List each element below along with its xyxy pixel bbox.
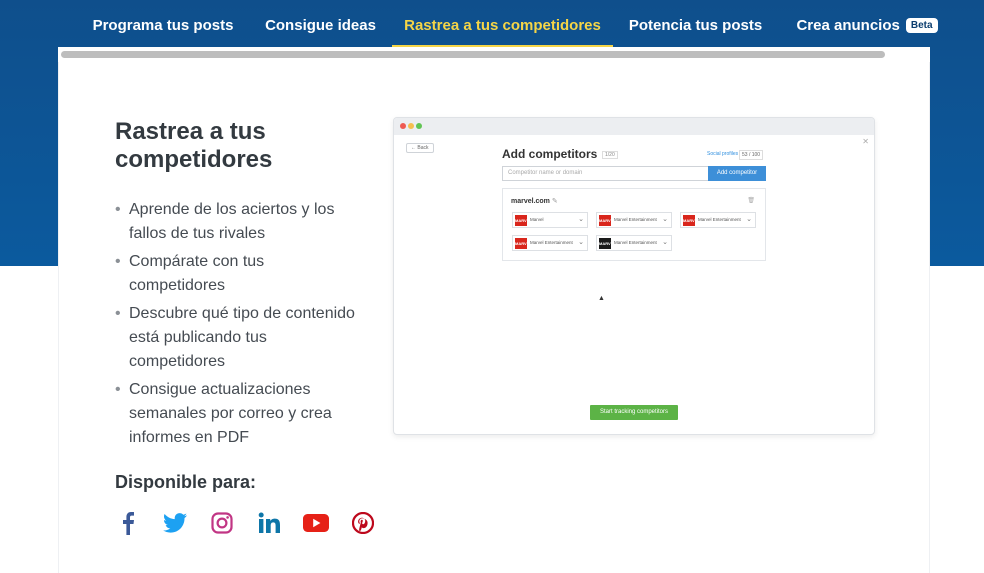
twitter-icon	[162, 510, 188, 536]
chevron-down-icon: ⌄	[662, 216, 668, 223]
feature-bullet: Aprende de los aciertos y los fallos de …	[115, 198, 355, 246]
social-networks	[115, 510, 397, 536]
marvel-logo: MARVEL	[515, 238, 532, 249]
social-profiles-count: 53 / 100	[739, 150, 764, 160]
chevron-down-icon: ⌄	[662, 239, 668, 246]
competitor-panel: marvel.com ✎ 🗑 MARVEL Marvel ⌄ MARVEL Ma…	[502, 188, 766, 261]
feature-bullet: Consigue actualizaciones semanales por c…	[115, 378, 355, 450]
profile-select[interactable]: MARVEL Marvel Entertainment ⌄	[512, 235, 588, 251]
tab-programa-tus-posts[interactable]: Programa tus posts	[90, 0, 236, 48]
cursor-icon: ▲	[598, 295, 605, 302]
competitor-domain: marvel.com ✎	[511, 198, 558, 205]
profile-name: Marvel Entertainment	[698, 217, 741, 222]
feature-bullet: Descubre qué tipo de contenido está publ…	[115, 302, 355, 374]
chevron-down-icon: ⌄	[746, 216, 752, 223]
instagram-icon	[209, 510, 235, 536]
feature-bullets: Aprende de los aciertos y los fallos de …	[115, 198, 355, 454]
feature-title: Rastrea a tus competidores	[115, 118, 273, 173]
pinterest-icon	[350, 510, 376, 536]
profile-name: Marvel Entertainment	[614, 217, 657, 222]
minimize-dot-icon	[408, 123, 414, 129]
start-tracking-button[interactable]: Start tracking competitors	[590, 405, 678, 420]
feature-bullet: Compárate con tus competidores	[115, 250, 355, 298]
marvel-logo: MARVEL	[599, 238, 616, 249]
social-profiles-label: Social profiles	[707, 151, 739, 157]
tab-label: Programa tus posts	[92, 17, 234, 34]
maximize-dot-icon	[416, 123, 422, 129]
profile-name: Marvel	[530, 217, 544, 222]
linkedin-icon	[256, 510, 282, 536]
available-label: Disponible para:	[115, 472, 257, 492]
facebook-icon	[115, 510, 141, 536]
tab-crea-anuncios[interactable]: Crea anuncios Beta	[792, 0, 942, 48]
tab-label: Consigue ideas	[265, 17, 376, 34]
competitor-search-input[interactable]: Competitor name or domain	[502, 166, 709, 181]
chevron-down-icon: ⌄	[578, 239, 584, 246]
profile-name: Marvel Entertainment	[614, 240, 657, 245]
marvel-logo: MARVEL	[599, 215, 616, 226]
add-competitor-button[interactable]: Add competitor	[708, 166, 766, 181]
add-competitors-heading: Add competitors	[502, 147, 598, 161]
profile-select[interactable]: MARVEL Marvel Entertainment ⌄	[596, 235, 672, 251]
app-screenshot-mockup: ← Back ✕ Add competitors 1/20 Social pro…	[393, 117, 875, 435]
browser-titlebar	[394, 118, 874, 135]
tab-scrollbar[interactable]	[58, 47, 930, 62]
tab-label: Rastrea a tus competidores	[404, 17, 601, 34]
feature-card: Rastrea a tus competidores Aprende de lo…	[58, 62, 930, 573]
close-dot-icon	[400, 123, 406, 129]
chevron-down-icon: ⌄	[578, 216, 584, 223]
trash-icon[interactable]: 🗑	[747, 197, 755, 204]
profile-select[interactable]: MARVEL Marvel Entertainment ⌄	[596, 212, 672, 228]
profile-name: Marvel Entertainment	[530, 240, 573, 245]
profile-select[interactable]: MARVEL Marvel ⌄	[512, 212, 588, 228]
profile-select[interactable]: MARVEL Marvel Entertainment ⌄	[680, 212, 756, 228]
tab-consigue-ideas[interactable]: Consigue ideas	[262, 0, 379, 48]
edit-icon[interactable]: ✎	[552, 198, 558, 205]
feature-tabs: Programa tus posts Consigue ideas Rastre…	[0, 0, 984, 48]
marvel-logo: MARVEL	[515, 215, 532, 226]
marvel-logo: MARVEL	[683, 215, 700, 226]
back-button[interactable]: ← Back	[406, 143, 434, 153]
close-icon[interactable]: ✕	[862, 137, 869, 146]
tab-rastrea-competidores[interactable]: Rastrea a tus competidores	[392, 0, 613, 48]
youtube-icon	[303, 510, 329, 536]
beta-badge: Beta	[905, 18, 938, 33]
competitor-count: 1/20	[602, 151, 618, 159]
tab-potencia-tus-posts[interactable]: Potencia tus posts	[626, 0, 765, 48]
tab-label: Crea anuncios	[796, 17, 900, 34]
tab-label: Potencia tus posts	[628, 17, 763, 34]
scrollbar-thumb[interactable]	[61, 51, 885, 58]
